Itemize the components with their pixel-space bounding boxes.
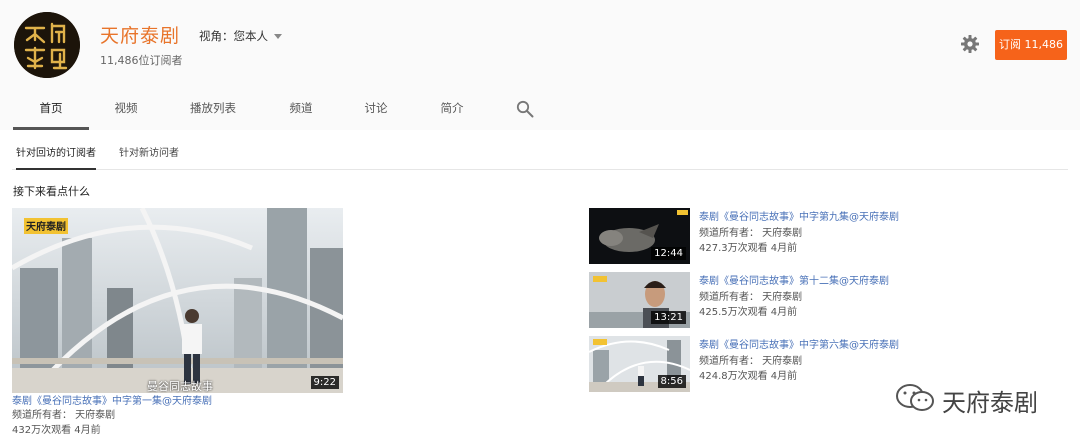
featured-video-image: 天府泰剧 [12,208,343,393]
video-thumbnail[interactable]: 8:56 [589,336,690,392]
tab-discussion[interactable]: 讨论 [350,86,402,130]
video-title[interactable]: 泰剧《曼谷同志故事》第十二集@天府泰剧 [699,272,889,287]
video-owner: 频道所有者： 天府泰剧 [699,356,803,367]
search-icon[interactable] [516,100,534,118]
video-thumbnail[interactable]: 13:21 [589,272,690,328]
channel-name[interactable]: 天府泰剧 [100,21,180,48]
video-duration: 13:21 [651,311,686,324]
wechat-icon [896,384,934,411]
view-as-label: 视角：您本人 [199,29,268,43]
audience-subtabs: 针对回访的订阅者 针对新访问者 [12,140,1068,170]
gear-icon[interactable] [960,34,980,54]
tab-videos-label: 视频 [114,101,138,115]
tab-about[interactable]: 简介 [426,86,478,130]
svg-text:天府泰剧: 天府泰剧 [26,220,66,233]
featured-video-thumbnail[interactable]: 天府泰剧 曼谷同志故事 9:22 [12,208,343,393]
video-owner: 频道所有者： 天府泰剧 [699,228,803,239]
tab-playlists-label: 播放列表 [190,101,236,115]
list-item[interactable]: 12:44 泰剧《曼谷同志故事》中字第九集@天府泰剧 频道所有者： 天府泰剧 4… [589,208,909,268]
video-owner: 频道所有者： 天府泰剧 [699,292,803,303]
tab-home-label: 首页 [39,101,63,115]
caret-down-icon [274,34,282,39]
video-title[interactable]: 泰剧《曼谷同志故事》中字第六集@天府泰剧 [699,336,899,351]
subscribe-button[interactable]: 订阅 11,486 [995,30,1067,60]
view-as-dropdown[interactable]: 视角：您本人 [199,28,282,44]
tab-channels-label: 频道 [289,101,313,115]
tab-home[interactable]: 首页 [13,86,89,130]
featured-video-stats: 432万次观看 4月前 [12,425,101,436]
list-item[interactable]: 8:56 泰剧《曼谷同志故事》中字第六集@天府泰剧 频道所有者： 天府泰剧 42… [589,336,909,396]
watermark-text: 天府泰剧 [942,389,1038,417]
video-stats: 425.5万次观看 4月前 [699,307,798,318]
channel-tabs: 首页 视频 播放列表 频道 讨论 简介 [0,86,1080,130]
video-duration: 9:22 [310,376,339,389]
tab-videos[interactable]: 视频 [100,86,152,130]
subtab-new-visitors[interactable]: 针对新访问者 [119,140,179,170]
video-duration: 12:44 [651,247,686,260]
video-stats: 427.3万次观看 4月前 [699,243,798,254]
list-item[interactable]: 13:21 泰剧《曼谷同志故事》第十二集@天府泰剧 频道所有者： 天府泰剧 42… [589,272,909,332]
active-tab-indicator [13,127,89,130]
section-title: 接下来看点什么 [13,185,90,198]
featured-video-owner: 频道所有者： 天府泰剧 [12,410,116,421]
tab-discussion-label: 讨论 [364,101,388,115]
video-stats: 424.8万次观看 4月前 [699,371,798,382]
subscriber-count: 11,486位订阅者 [100,54,183,67]
video-thumbnail[interactable]: 12:44 [589,208,690,264]
video-duration: 8:56 [657,375,686,388]
channel-avatar[interactable] [14,12,80,78]
subtab-returning-subscribers[interactable]: 针对回访的订阅者 [16,140,96,170]
video-caption: 曼谷同志故事 [147,380,213,393]
tab-channels[interactable]: 频道 [275,86,327,130]
video-title[interactable]: 泰剧《曼谷同志故事》中字第九集@天府泰剧 [699,208,899,223]
channel-logo-icon [14,12,80,78]
featured-video-title[interactable]: 泰剧《曼谷同志故事》中字第一集@天府泰剧 [12,392,212,407]
channel-header: 天府泰剧 11,486位订阅者 视角：您本人 订阅 11,486 首页 视频 播… [0,0,1080,130]
tab-playlists[interactable]: 播放列表 [180,86,246,130]
tab-about-label: 简介 [440,101,464,115]
